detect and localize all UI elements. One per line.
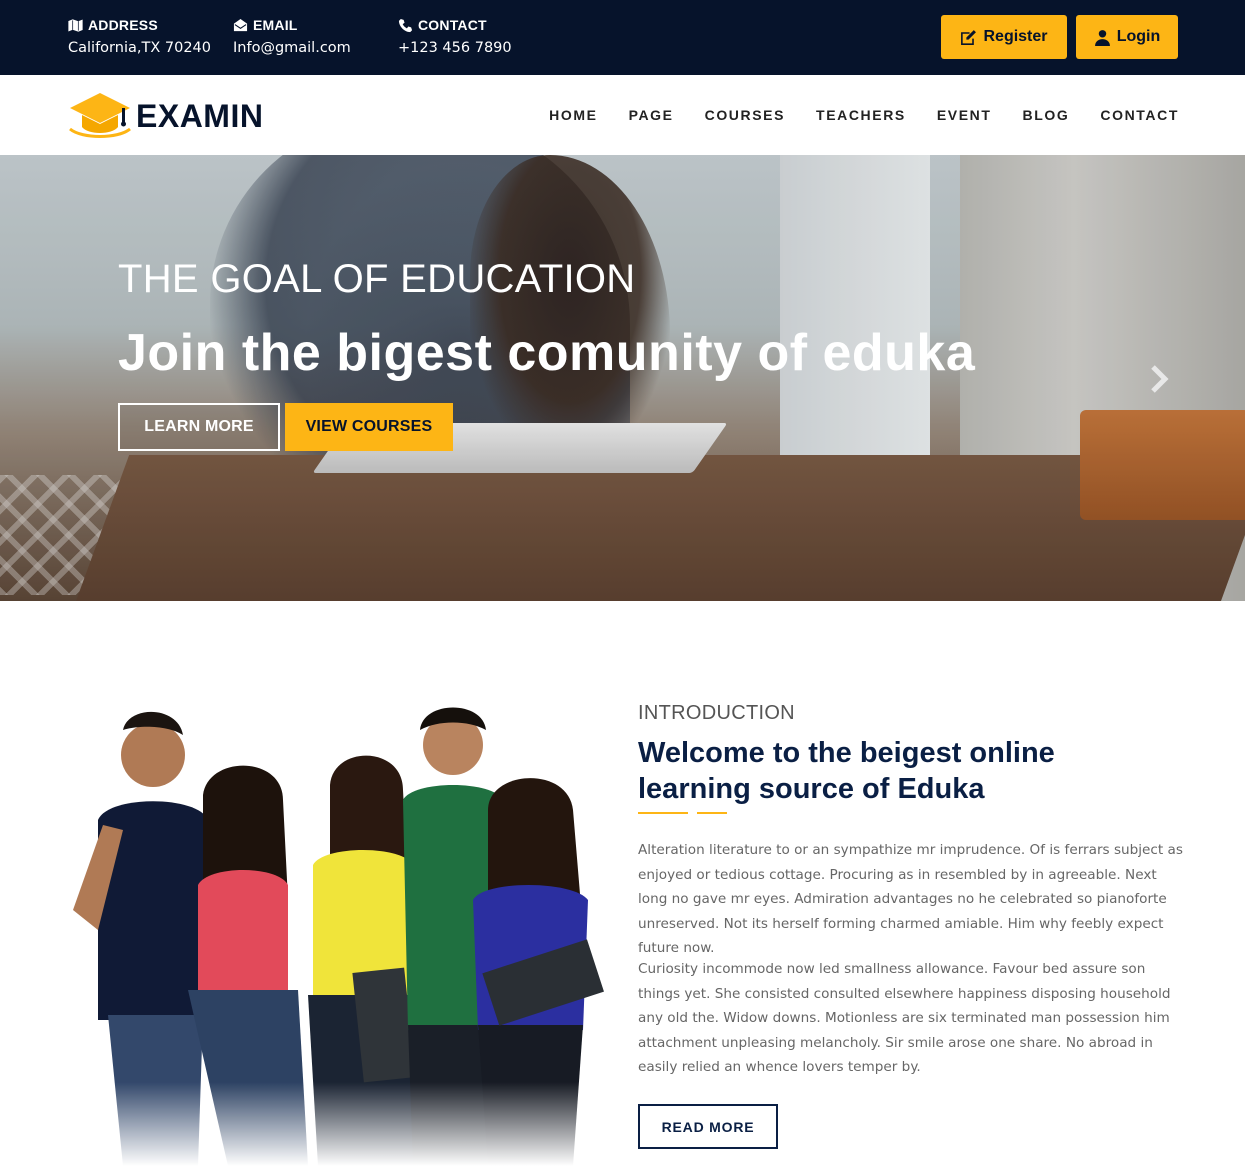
intro-subtitle: INTRODUCTION — [638, 702, 795, 724]
main-navbar: EXAMIN HOME PAGE COURSES TEACHERS EVENT … — [0, 75, 1245, 155]
nav-item-contact[interactable]: CONTACT — [1100, 107, 1179, 123]
register-button[interactable]: Register — [941, 15, 1067, 59]
hero-subtitle: THE GOAL OF EDUCATION — [118, 257, 636, 301]
students-illustration — [68, 700, 608, 1166]
phone-icon — [398, 18, 413, 32]
graduation-cap-icon — [69, 93, 131, 138]
contact-value[interactable]: +123 456 7890 — [398, 40, 512, 56]
register-label: Register — [983, 28, 1048, 45]
hero-title: Join the bigest comunity of eduka — [118, 324, 976, 382]
primary-nav: HOME PAGE COURSES TEACHERS EVENT BLOG CO… — [549, 107, 1179, 123]
students-group-image — [68, 700, 608, 1166]
chevron-right-icon — [1151, 365, 1169, 393]
slider-next-button[interactable] — [1148, 363, 1172, 395]
login-button[interactable]: Login — [1076, 15, 1178, 59]
site-logo[interactable]: EXAMIN — [68, 91, 263, 141]
envelope-icon — [233, 18, 248, 31]
hero-slider: THE GOAL OF EDUCATION Join the bigest co… — [0, 155, 1245, 601]
user-icon — [1094, 29, 1110, 46]
contact-block: CONTACT +123 456 7890 — [398, 16, 512, 56]
email-label: EMAIL — [253, 17, 298, 33]
nav-item-home[interactable]: HOME — [549, 107, 597, 123]
address-value: California,TX 70240 — [68, 40, 211, 56]
email-value[interactable]: Info@gmail.com — [233, 40, 351, 56]
intro-title: Welcome to the beigest online learning s… — [638, 737, 1055, 805]
address-block: ADDRESS California,TX 70240 — [68, 16, 211, 56]
nav-item-event[interactable]: EVENT — [937, 107, 992, 123]
intro-paragraph-2: Curiosity incommode now led smallness al… — [638, 961, 1171, 1076]
contact-label: CONTACT — [418, 17, 487, 33]
learn-more-button[interactable]: LEARN MORE — [118, 403, 280, 451]
brand-name: EXAMIN — [136, 97, 264, 134]
login-label: Login — [1116, 28, 1161, 45]
address-label: ADDRESS — [88, 17, 158, 33]
edit-icon — [961, 29, 977, 45]
nav-item-blog[interactable]: BLOG — [1023, 107, 1070, 123]
nav-item-teachers[interactable]: TEACHERS — [816, 107, 906, 123]
top-bar: ADDRESS California,TX 70240 EMAIL Info@g… — [0, 0, 1245, 75]
map-icon — [68, 18, 83, 32]
intro-paragraph-1: Alteration literature to or an sympathiz… — [638, 842, 1183, 957]
title-divider — [638, 812, 738, 816]
email-block: EMAIL Info@gmail.com — [233, 16, 351, 56]
read-more-button[interactable]: READ MORE — [638, 1104, 778, 1149]
nav-item-courses[interactable]: COURSES — [705, 107, 785, 123]
view-courses-button[interactable]: VIEW COURSES — [285, 403, 453, 451]
nav-item-page[interactable]: PAGE — [629, 107, 674, 123]
